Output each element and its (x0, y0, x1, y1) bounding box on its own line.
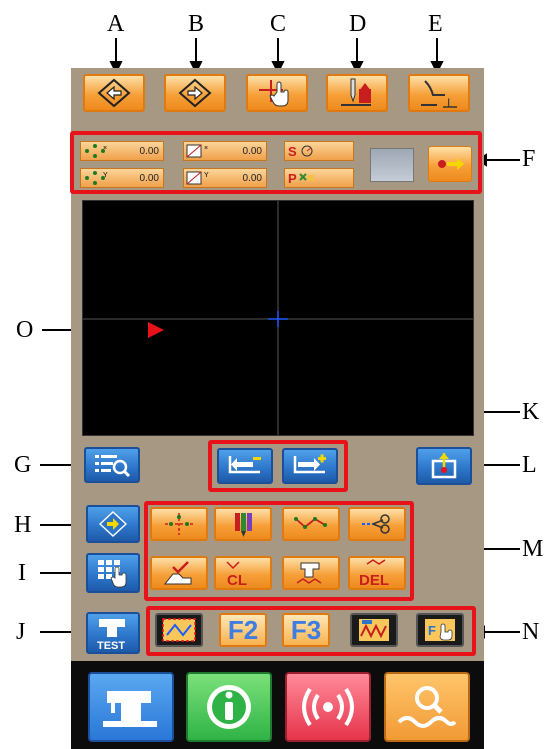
delete-icon: DEL (359, 559, 389, 588)
delete-label: DEL (359, 572, 389, 588)
feed-forward-button[interactable] (282, 448, 338, 484)
callout-i: I (18, 560, 26, 586)
test-button[interactable]: TEST (86, 612, 140, 654)
pattern-field: P (284, 168, 354, 188)
diamond-left-arrow-icon (97, 78, 131, 108)
svg-text:×: × (204, 145, 208, 152)
speed-field: S (284, 141, 354, 161)
nav-signal-button[interactable] (285, 672, 371, 742)
pattern-list-button[interactable] (84, 447, 140, 483)
thread-spool-icon (235, 513, 252, 537)
scale-y-icon: Y (186, 171, 209, 185)
nav-info-button[interactable] (186, 672, 272, 742)
red-pointer-icon (148, 322, 164, 338)
wave-icon (359, 619, 389, 641)
feed-minus-icon (228, 456, 261, 474)
machine-stitch-icon (296, 562, 322, 584)
y-offset-field: Y 0.00 (80, 168, 164, 188)
search-icon (397, 686, 457, 728)
callout-n: N (522, 619, 540, 645)
crosshair-canvas (83, 201, 473, 435)
menu-grid-button[interactable] (86, 553, 140, 593)
f1-button[interactable] (155, 613, 203, 647)
signal-icon (302, 687, 354, 727)
callout-k: K (522, 399, 540, 425)
trim-foot-button[interactable] (150, 556, 208, 590)
grid-hand-icon (98, 560, 127, 588)
callout-o: O (16, 317, 34, 343)
move-pattern-button[interactable] (150, 507, 208, 541)
pattern-label: P (288, 170, 297, 186)
pattern-display[interactable] (82, 200, 474, 436)
status-indicator (370, 148, 414, 182)
feed-plus-icon (293, 454, 326, 474)
svg-text:Y: Y (103, 172, 108, 179)
presser-foot-button[interactable]: I (408, 74, 470, 112)
svg-text:×: × (103, 145, 107, 152)
callout-f: F (522, 146, 536, 172)
f5-button[interactable]: F (416, 613, 464, 647)
x-offset-field: × 0.00 (80, 141, 164, 161)
diagram-stage: A B C D E F O K G L H I M J N I × 0.00 Y… (0, 0, 556, 749)
callout-j: J (16, 619, 26, 645)
clear-icon: CL (226, 561, 247, 588)
feed-backward-button[interactable] (217, 448, 273, 484)
scissors-icon (362, 514, 390, 534)
callout-l: L (522, 452, 537, 478)
origin-return-button[interactable] (416, 447, 472, 485)
list-search-icon (95, 455, 131, 478)
origin-set-button[interactable] (246, 74, 308, 112)
thread-color-button[interactable] (214, 507, 272, 541)
info-icon (207, 685, 251, 729)
speed-label: S (288, 143, 297, 159)
f3-button[interactable]: F3 (282, 613, 330, 647)
nav-search-button[interactable] (384, 672, 470, 742)
x-size-value: 0.00 (242, 145, 262, 157)
svg-text:F: F (428, 623, 436, 638)
svg-text:Y: Y (204, 172, 209, 179)
zigzag-path-icon (294, 517, 327, 529)
status-toggle-button[interactable] (428, 146, 472, 182)
diamond-info-icon (99, 511, 127, 537)
f-hand-icon: F (425, 619, 455, 641)
x-size-field: × 0.00 (183, 141, 267, 161)
move-x-icon: × (85, 144, 107, 158)
needle-up-button[interactable] (326, 74, 388, 112)
stitch-path-button[interactable] (282, 507, 340, 541)
test-machine-icon: TEST (97, 619, 125, 651)
callout-h: H (14, 512, 32, 538)
stitch-edit-button[interactable] (282, 556, 340, 590)
next-pattern-button[interactable] (164, 74, 226, 112)
clear-label: CL (227, 572, 247, 588)
f2-button[interactable]: F2 (219, 613, 267, 647)
delete-button[interactable]: DEL (348, 556, 406, 590)
needle-up-icon (341, 78, 371, 106)
nav-sewing-button[interactable] (88, 672, 174, 742)
foot-check-icon (163, 561, 192, 585)
y-size-field: Y 0.00 (183, 168, 267, 188)
scale-x-icon: × (186, 144, 208, 158)
home-position-icon (431, 453, 457, 479)
diamond-right-arrow-icon (178, 78, 212, 108)
speed-icon (301, 145, 313, 157)
dot-arrow-icon (438, 158, 464, 170)
dotted-cross-icon (165, 513, 193, 535)
crosshair-hand-icon (259, 80, 289, 107)
y-size-value: 0.00 (242, 172, 262, 184)
x-offset-value: 0.00 (139, 145, 159, 157)
presser-foot-icon: I (421, 80, 457, 109)
test-label: TEST (97, 640, 125, 651)
move-y-icon: Y (85, 171, 108, 185)
data-in-button[interactable] (86, 505, 140, 543)
zigzag-icon (162, 618, 196, 642)
y-offset-value: 0.00 (139, 172, 159, 184)
sewing-machine-icon (103, 691, 157, 727)
callout-m: M (522, 536, 544, 562)
clear-button[interactable]: CL (214, 556, 272, 590)
callout-g: G (14, 452, 32, 478)
cut-thread-button[interactable] (348, 507, 406, 541)
f4-button[interactable] (350, 613, 398, 647)
prev-pattern-button[interactable] (83, 74, 145, 112)
pattern-icon (298, 173, 314, 181)
